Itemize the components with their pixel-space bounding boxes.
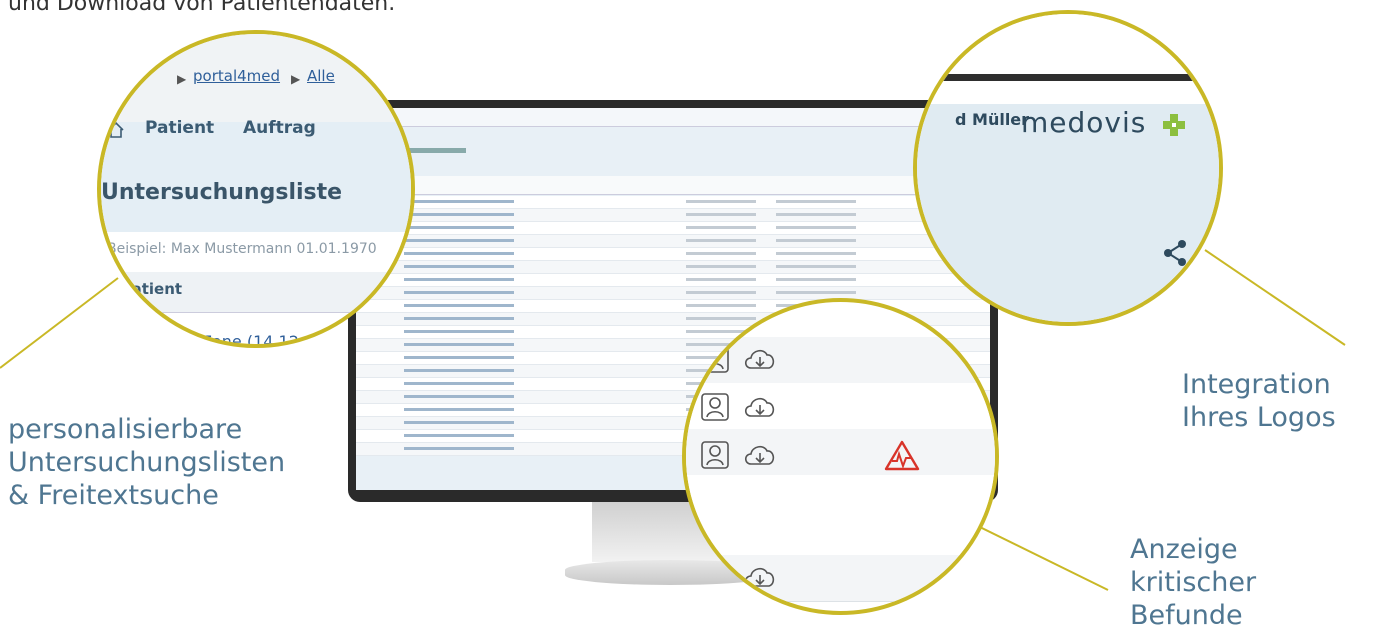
callout-line: & Freitextsuche: [8, 480, 219, 511]
nav-auftrag[interactable]: Auftrag: [243, 118, 316, 138]
column-header-patient[interactable]: Patient: [121, 280, 182, 298]
patient-icon[interactable]: [700, 344, 730, 378]
breadcrumb-arrow-icon: ▶: [177, 72, 187, 86]
callout-logo-integration: Integration Ihres Logos: [1182, 368, 1336, 434]
patient-icon[interactable]: [700, 440, 730, 474]
table-row: [686, 555, 995, 602]
nav-patient[interactable]: Patient: [145, 118, 214, 138]
list-title: Untersuchungsliste: [101, 180, 343, 205]
critical-finding-icon[interactable]: [884, 439, 920, 475]
home-icon[interactable]: [107, 121, 125, 143]
table-row: [686, 337, 995, 384]
callout-line: Untersuchungslisten: [8, 447, 286, 478]
table-row[interactable]: [356, 287, 990, 300]
callout-line: Integration: [1182, 369, 1331, 400]
cloud-download-icon[interactable]: [742, 564, 778, 594]
table-row[interactable]: [356, 248, 990, 261]
breadcrumb-all[interactable]: Alle: [307, 67, 335, 85]
table-row[interactable]: [356, 235, 990, 248]
table-row[interactable]: [356, 261, 990, 274]
callout-line: Ihres Logos: [1182, 402, 1336, 433]
cloud-download-icon[interactable]: [742, 394, 778, 424]
table-row: [686, 429, 995, 476]
callout-line: kritischer: [1130, 567, 1257, 598]
brand-logo-text: medovis: [1021, 106, 1147, 139]
callout-critical-findings: Anzeige kritischer Befunde: [1130, 533, 1256, 632]
breadcrumb-portal[interactable]: portal4med: [193, 67, 280, 85]
table-row[interactable]: [356, 274, 990, 287]
screen-table-header: [356, 176, 990, 195]
table-row[interactable]: [356, 196, 990, 209]
patient-icon[interactable]: [700, 392, 730, 426]
callout-list-features: personalisierbare Untersuchungslisten & …: [8, 413, 285, 512]
callout-line: Befunde: [1130, 600, 1243, 631]
screen-toolbar: [356, 108, 990, 127]
callout-line: personalisierbare: [8, 414, 243, 445]
breadcrumb-arrow-icon: ▶: [291, 72, 301, 86]
zoom-circle-list: ▶ portal4med ▶ Alle Patient Auftrag Unte…: [97, 30, 415, 348]
table-row[interactable]: [356, 209, 990, 222]
user-name: d Müller: [955, 110, 1030, 129]
screen-title: [406, 148, 466, 153]
zoom-circle-logo: d Müller medovis: [913, 10, 1223, 326]
medovis-logo-icon: [1161, 112, 1187, 142]
share-icon[interactable]: [1163, 240, 1187, 270]
table-row: [686, 475, 995, 556]
search-input[interactable]: Beispiel: Max Mustermann 01.01.1970: [107, 241, 377, 257]
table-row: [686, 383, 995, 430]
list-header-area: [101, 122, 411, 232]
zoom-circle-critical: [682, 298, 999, 615]
table-row[interactable]: [356, 222, 990, 235]
callout-line: Anzeige: [1130, 534, 1238, 565]
cloud-download-icon[interactable]: [742, 346, 778, 376]
cloud-download-icon[interactable]: [742, 442, 778, 472]
